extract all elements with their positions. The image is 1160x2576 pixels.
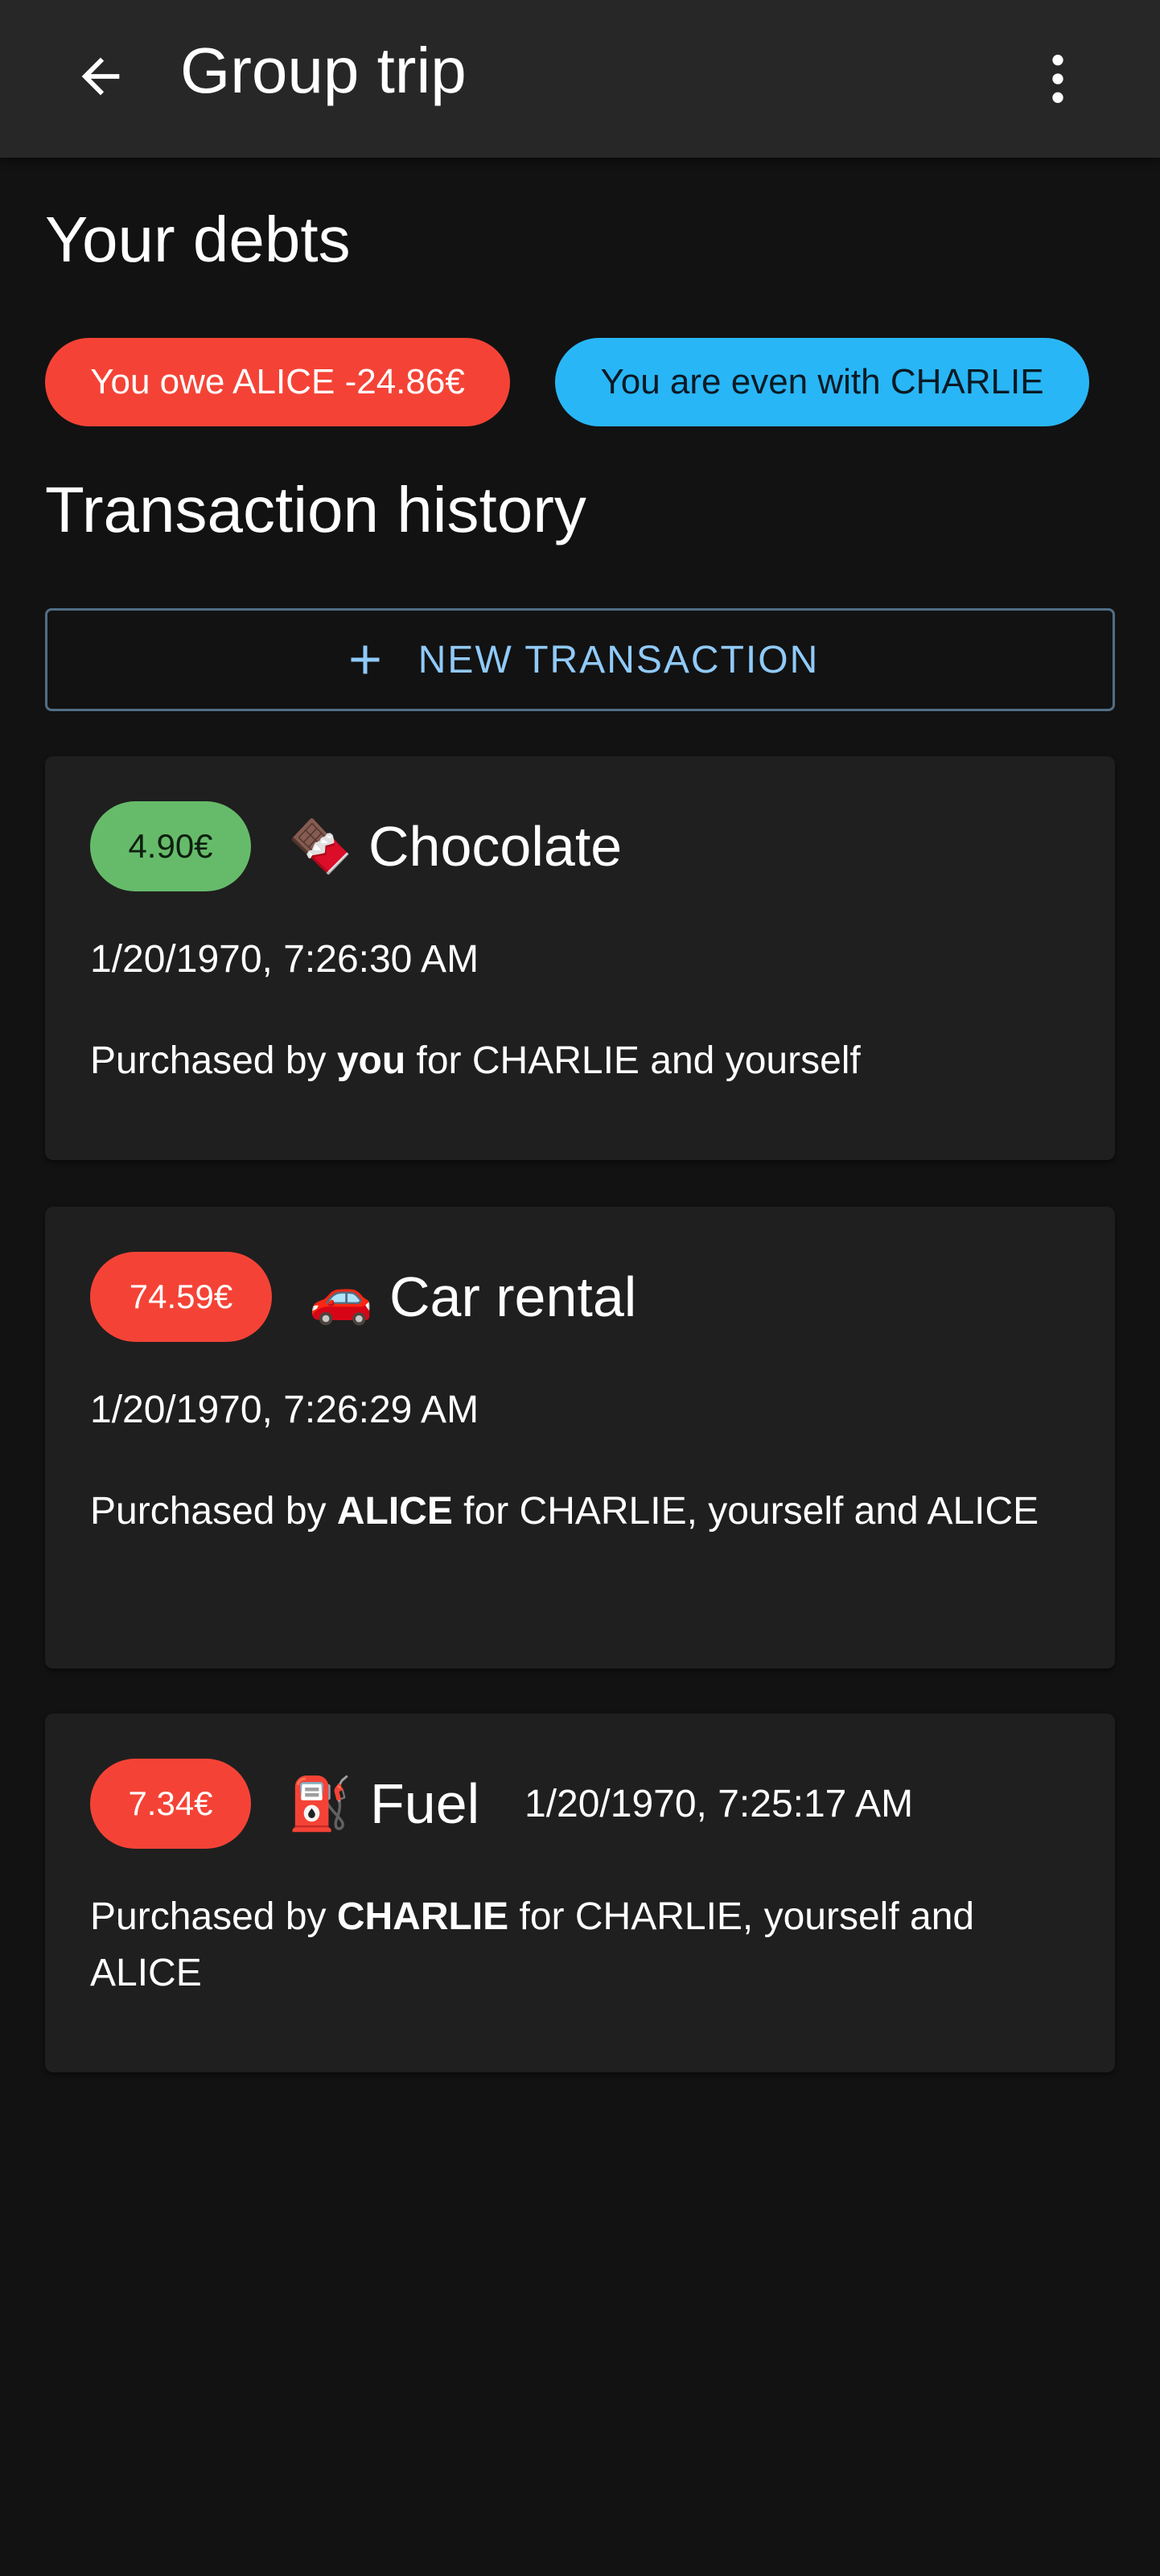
transaction-date: 1/20/1970, 7:26:30 AM xyxy=(90,938,479,981)
buyer-name: CHARLIE xyxy=(336,1895,509,1938)
transaction-date: 1/20/1970, 7:25:17 AM xyxy=(524,1783,914,1825)
more-vertical-icon xyxy=(1052,55,1063,103)
plus-icon xyxy=(341,636,389,684)
buyer-name: you xyxy=(336,1039,406,1082)
debts-title: Your debts xyxy=(45,204,351,275)
car-icon: 🚗 xyxy=(309,1268,373,1326)
fuel-pump-icon: ⛽ xyxy=(288,1775,352,1833)
page-title: Group trip xyxy=(180,35,467,106)
transaction-description: Purchased by CHARLIE for CHARLIE, yourse… xyxy=(90,1895,975,1994)
new-transaction-label: NEW TRANSACTION xyxy=(418,638,820,681)
history-title: Transaction history xyxy=(45,474,586,545)
transaction-card-car-rental[interactable]: 74.59€ 🚗 Car rental 1/20/1970, 7:26:29 A… xyxy=(45,1207,1115,1669)
transaction-title: Car rental xyxy=(389,1265,637,1328)
transaction-date: 1/20/1970, 7:26:29 AM xyxy=(90,1389,479,1431)
transaction-card-chocolate[interactable]: 4.90€ 🍫 Chocolate 1/20/1970, 7:26:30 AM … xyxy=(45,756,1115,1160)
app-bar: Group trip xyxy=(0,0,1160,158)
amount-badge: 7.34€ xyxy=(90,1759,251,1849)
amount-badge: 4.90€ xyxy=(90,801,251,891)
more-options-button[interactable] xyxy=(1022,39,1094,119)
debt-chip-alice[interactable]: You owe ALICE -24.86€ xyxy=(45,338,510,426)
back-button[interactable] xyxy=(64,40,137,113)
new-transaction-button[interactable]: NEW TRANSACTION xyxy=(45,608,1115,711)
debt-chip-charlie[interactable]: You are even with CHARLIE xyxy=(555,338,1089,426)
transaction-title: Fuel xyxy=(370,1772,480,1835)
amount-badge: 74.59€ xyxy=(90,1252,272,1342)
transaction-description: Purchased by ALICE for CHARLIE, yourself… xyxy=(90,1490,1039,1533)
arrow-left-icon xyxy=(81,57,120,96)
chocolate-icon: 🍫 xyxy=(288,817,352,875)
transaction-card-fuel[interactable]: 7.34€ ⛽ Fuel 1/20/1970, 7:25:17 AM Purch… xyxy=(45,1714,1115,2072)
buyer-name: ALICE xyxy=(336,1490,453,1533)
transaction-title: Chocolate xyxy=(368,815,623,878)
transaction-description: Purchased by you for CHARLIE and yoursel… xyxy=(90,1039,861,1082)
